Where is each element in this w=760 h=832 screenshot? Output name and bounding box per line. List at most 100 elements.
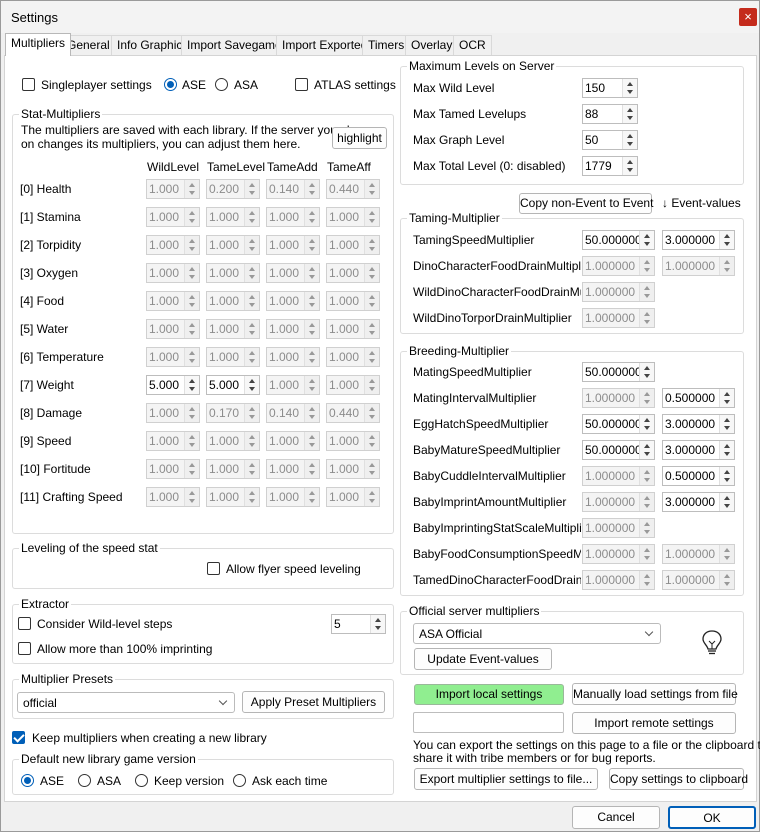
copy-clipboard-button[interactable]: Copy settings to clipboard [609, 768, 748, 790]
stat-multiplier-spinner[interactable]: 1.000 [146, 291, 200, 311]
tab-timers[interactable]: Timers [362, 35, 411, 55]
spinner-arrows-icon[interactable] [184, 348, 199, 366]
spinner-arrows-icon[interactable] [364, 432, 379, 450]
spinner-arrows-icon[interactable] [639, 231, 654, 249]
spinner-arrows-icon[interactable] [304, 264, 319, 282]
stat-multiplier-spinner[interactable]: 1.000 [206, 263, 260, 283]
tab-import-savegame[interactable]: Import Savegame [181, 35, 288, 55]
spinner-arrows-icon[interactable] [719, 257, 734, 275]
taming-value-spinner[interactable]: 1.000000 [582, 308, 655, 328]
spinner-arrows-icon[interactable] [304, 348, 319, 366]
stat-multiplier-spinner[interactable]: 1.000 [266, 459, 320, 479]
taming-value-spinner[interactable]: 1.000000 [582, 282, 655, 302]
stat-multiplier-spinner[interactable]: 1.000 [326, 459, 380, 479]
spinner-arrows-icon[interactable] [184, 432, 199, 450]
max-level-spinner[interactable]: 50 [582, 130, 638, 150]
breeding-value-spinner[interactable]: 1.000000 [582, 570, 655, 590]
stat-multiplier-spinner[interactable]: 1.000 [146, 403, 200, 423]
stat-multiplier-spinner[interactable]: 1.000 [146, 431, 200, 451]
spinner-arrows-icon[interactable] [719, 571, 734, 589]
tab-import-exported[interactable]: Import Exported [276, 35, 374, 55]
highlight-button[interactable]: highlight [332, 127, 387, 149]
breeding-value-spinner[interactable]: 50.000000 [582, 440, 655, 460]
spinner-arrows-icon[interactable] [244, 236, 259, 254]
spinner-arrows-icon[interactable] [304, 488, 319, 506]
spinner-arrows-icon[interactable] [244, 376, 259, 394]
stat-multiplier-spinner[interactable]: 1.000 [206, 347, 260, 367]
stat-multiplier-spinner[interactable]: 1.000 [326, 375, 380, 395]
stat-multiplier-spinner[interactable]: 1.000 [266, 487, 320, 507]
stat-multiplier-spinner[interactable]: 1.000 [146, 487, 200, 507]
spinner-arrows-icon[interactable] [184, 264, 199, 282]
spinner-arrows-icon[interactable] [304, 292, 319, 310]
spinner-arrows-icon[interactable] [622, 131, 637, 149]
spinner-arrows-icon[interactable] [244, 208, 259, 226]
spinner-arrows-icon[interactable] [244, 404, 259, 422]
spinner-arrows-icon[interactable] [719, 231, 734, 249]
breeding-value-spinner[interactable]: 1.000000 [582, 518, 655, 538]
spinner-arrows-icon[interactable] [244, 460, 259, 478]
default-asa-radio[interactable] [78, 774, 91, 787]
cancel-button[interactable]: Cancel [572, 806, 660, 829]
taming-value-spinner[interactable]: 1.000000 [582, 256, 655, 276]
breeding-value-spinner[interactable]: 1.000000 [582, 388, 655, 408]
stat-multiplier-spinner[interactable]: 1.000 [206, 235, 260, 255]
stat-multiplier-spinner[interactable]: 1.000 [266, 431, 320, 451]
manual-load-button[interactable]: Manually load settings from file [572, 683, 738, 705]
spinner-arrows-icon[interactable] [304, 432, 319, 450]
stat-multiplier-spinner[interactable]: 1.000 [206, 291, 260, 311]
tab-ocr[interactable]: OCR [453, 35, 492, 55]
spinner-arrows-icon[interactable] [622, 157, 637, 175]
stat-multiplier-spinner[interactable]: 1.000 [266, 375, 320, 395]
spinner-arrows-icon[interactable] [639, 283, 654, 301]
stat-multiplier-spinner[interactable]: 1.000 [146, 459, 200, 479]
stat-multiplier-spinner[interactable]: 1.000 [206, 487, 260, 507]
spinner-arrows-icon[interactable] [364, 208, 379, 226]
spinner-arrows-icon[interactable] [719, 415, 734, 433]
taming-value-spinner[interactable]: 50.000000 [582, 230, 655, 250]
tab-info-graphic[interactable]: Info Graphic [111, 35, 189, 55]
spinner-arrows-icon[interactable] [244, 320, 259, 338]
spinner-arrows-icon[interactable] [184, 376, 199, 394]
stat-multiplier-spinner[interactable]: 1.000 [326, 291, 380, 311]
stat-multiplier-spinner[interactable]: 1.000 [206, 207, 260, 227]
spinner-arrows-icon[interactable] [364, 376, 379, 394]
official-dropdown[interactable]: ASA Official [413, 623, 661, 644]
spinner-arrows-icon[interactable] [364, 488, 379, 506]
spinner-arrows-icon[interactable] [639, 415, 654, 433]
breeding-value-spinner[interactable]: 50.000000 [582, 414, 655, 434]
stat-multiplier-spinner[interactable]: 1.000 [146, 263, 200, 283]
spinner-arrows-icon[interactable] [184, 320, 199, 338]
spinner-arrows-icon[interactable] [639, 441, 654, 459]
stat-multiplier-spinner[interactable]: 1.000 [326, 347, 380, 367]
spinner-arrows-icon[interactable] [304, 376, 319, 394]
spinner-arrows-icon[interactable] [639, 545, 654, 563]
stat-multiplier-spinner[interactable]: 5.000 [206, 375, 260, 395]
flyer-speed-checkbox[interactable] [207, 562, 220, 575]
preset-dropdown[interactable]: official [17, 692, 235, 713]
taming-event-spinner[interactable]: 1.000000 [662, 256, 735, 276]
stat-multiplier-spinner[interactable]: 1.000 [146, 319, 200, 339]
stat-multiplier-spinner[interactable]: 1.000 [266, 263, 320, 283]
stat-multiplier-spinner[interactable]: 1.000 [146, 235, 200, 255]
breeding-event-spinner[interactable]: 0.500000 [662, 388, 735, 408]
spinner-arrows-icon[interactable] [370, 615, 385, 633]
breeding-event-spinner[interactable]: 3.000000 [662, 414, 735, 434]
spinner-arrows-icon[interactable] [364, 348, 379, 366]
breeding-event-spinner[interactable]: 0.500000 [662, 466, 735, 486]
spinner-arrows-icon[interactable] [639, 467, 654, 485]
stat-multiplier-spinner[interactable]: 5.000 [146, 375, 200, 395]
atlas-checkbox[interactable] [295, 78, 308, 91]
stat-multiplier-spinner[interactable]: 1.000 [206, 431, 260, 451]
spinner-arrows-icon[interactable] [719, 493, 734, 511]
wild-steps-spinner[interactable]: 5 [331, 614, 386, 634]
spinner-arrows-icon[interactable] [304, 404, 319, 422]
breeding-value-spinner[interactable]: 50.000000 [582, 362, 655, 382]
copy-non-event-button[interactable]: Copy non-Event to Event [519, 193, 653, 214]
spinner-arrows-icon[interactable] [304, 320, 319, 338]
imprint-checkbox[interactable] [18, 642, 31, 655]
spinner-arrows-icon[interactable] [639, 493, 654, 511]
spinner-arrows-icon[interactable] [244, 432, 259, 450]
keep-version-radio[interactable] [135, 774, 148, 787]
apply-preset-button[interactable]: Apply Preset Multipliers [242, 691, 385, 713]
